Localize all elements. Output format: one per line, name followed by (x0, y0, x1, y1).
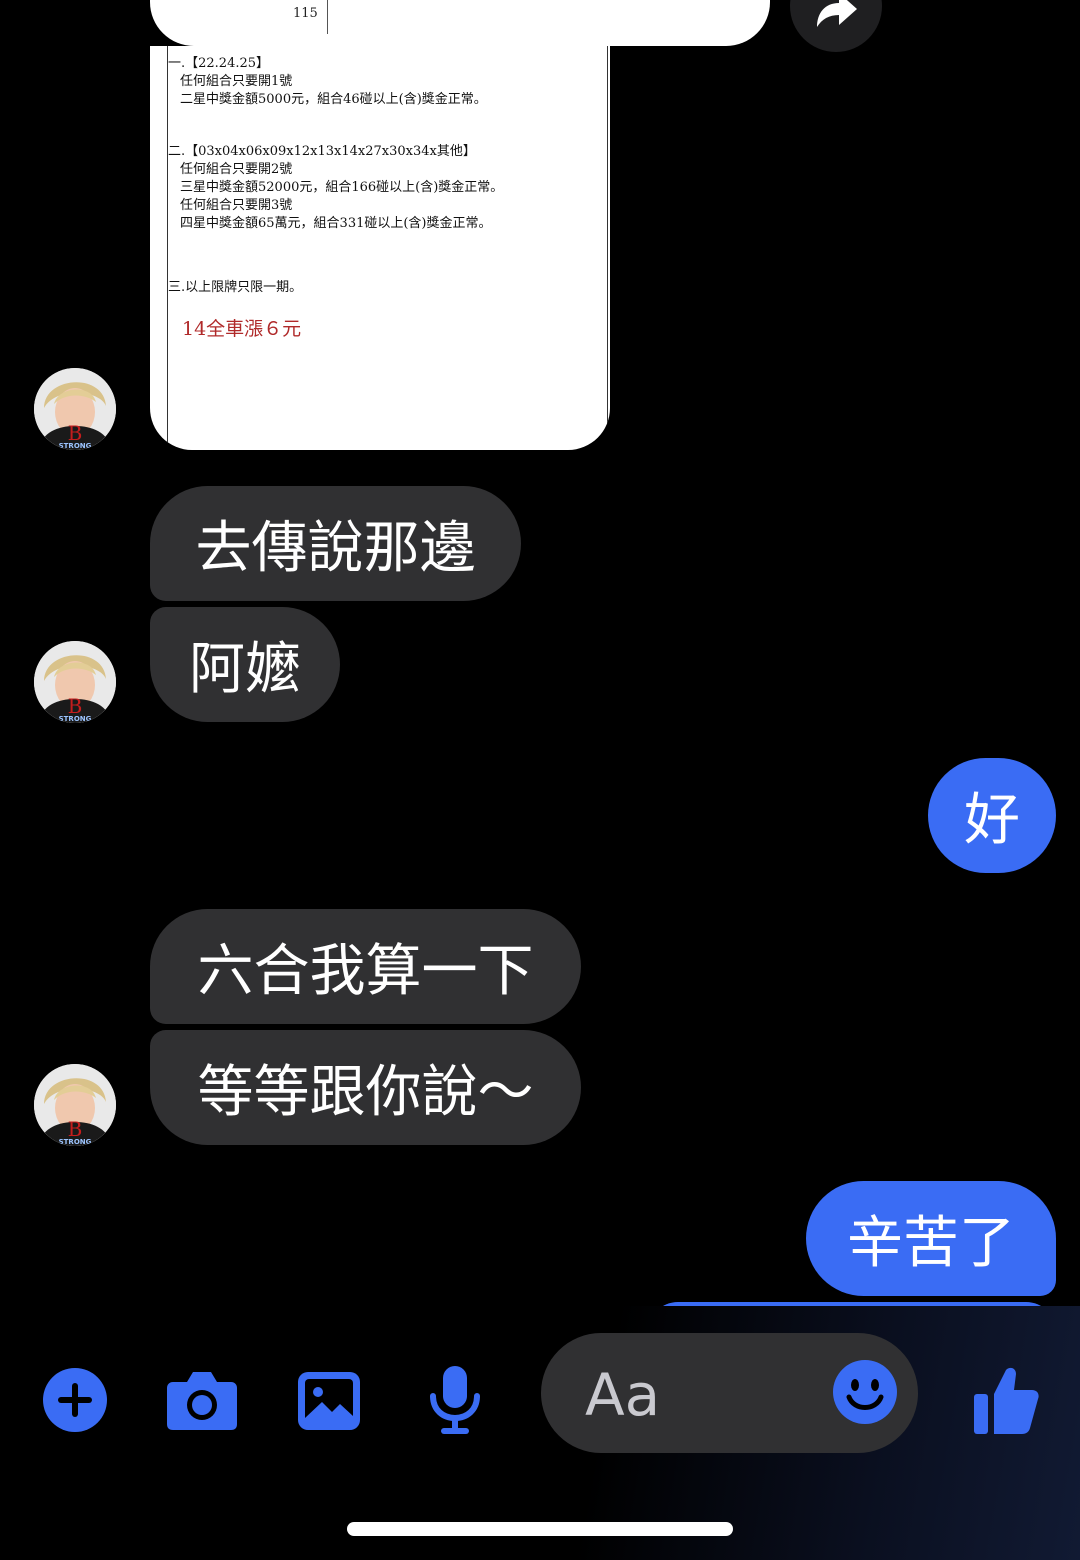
document-image[interactable]: 一.【22.24.25】 任何組合只要開1號 二星中獎金額5000元，組合46碰… (150, 46, 610, 450)
share-icon (817, 0, 857, 27)
chat-screen: 115 一.【22.24.25】 任何組合只要開1號 二星中獎金額5000元，組… (0, 0, 1080, 1560)
shared-content-bubble[interactable]: 115 (150, 0, 770, 46)
microphone-icon (430, 1366, 480, 1434)
like-button[interactable] (972, 1364, 1040, 1436)
outgoing-message[interactable]: 辛苦了 (806, 1181, 1056, 1296)
incoming-message[interactable]: 去傳說那邊 (150, 486, 521, 601)
doc-line: 三.以上限牌只限一期。 (168, 280, 303, 295)
page-number: 115 (293, 6, 318, 21)
camera-button[interactable] (165, 1368, 239, 1432)
message-placeholder: Aa (585, 1361, 661, 1429)
gallery-icon (298, 1372, 360, 1430)
doc-border-left (167, 46, 168, 450)
incoming-message[interactable]: 阿嬤 (150, 607, 340, 722)
doc-line-highlight: 14全車漲６元 (182, 318, 302, 340)
avatar-image: B STRONG (34, 641, 116, 723)
doc-line: 任何組合只要開1號 (180, 74, 293, 89)
emoji-icon (833, 1360, 897, 1424)
incoming-message[interactable]: 等等跟你說～ (150, 1030, 581, 1145)
avatar-badge: STRONG (59, 442, 92, 450)
doc-border-right (607, 46, 608, 436)
more-actions-button[interactable] (42, 1367, 108, 1433)
avatar[interactable]: B STRONG (34, 641, 116, 723)
gallery-button[interactable] (296, 1370, 362, 1432)
plus-icon (43, 1368, 107, 1432)
doc-line: 三星中獎金額52000元，組合166碰以上(含)獎金正常。 (180, 180, 504, 195)
message-input[interactable]: Aa (541, 1333, 918, 1453)
divider (327, 0, 328, 34)
share-button[interactable] (790, 0, 882, 52)
camera-icon (167, 1372, 237, 1430)
outgoing-message[interactable]: 好 (928, 758, 1056, 873)
doc-line: 任何組合只要開2號 (180, 162, 293, 177)
voice-button[interactable] (428, 1364, 482, 1436)
home-indicator[interactable] (347, 1522, 733, 1536)
avatar[interactable]: B STRONG (34, 1064, 116, 1146)
doc-line: 任何組合只要開3號 (180, 198, 293, 213)
doc-line: 二星中獎金額5000元，組合46碰以上(含)獎金正常。 (180, 92, 487, 107)
avatar-badge: STRONG (59, 1138, 92, 1146)
incoming-message[interactable]: 六合我算一下 (150, 909, 581, 1024)
doc-line: 一.【22.24.25】 (168, 56, 270, 71)
avatar-badge: STRONG (59, 715, 92, 723)
thumbs-up-icon (974, 1367, 1039, 1434)
avatar[interactable]: B STRONG (34, 368, 116, 450)
avatar-image: B STRONG (34, 368, 116, 450)
doc-line: 四星中獎金額65萬元，組合331碰以上(含)獎金正常。 (180, 216, 492, 231)
doc-line: 二.【03x04x06x09x12x13x14x27x30x34x其他】 (168, 144, 476, 159)
avatar-image: B STRONG (34, 1064, 116, 1146)
emoji-button[interactable] (832, 1359, 898, 1425)
